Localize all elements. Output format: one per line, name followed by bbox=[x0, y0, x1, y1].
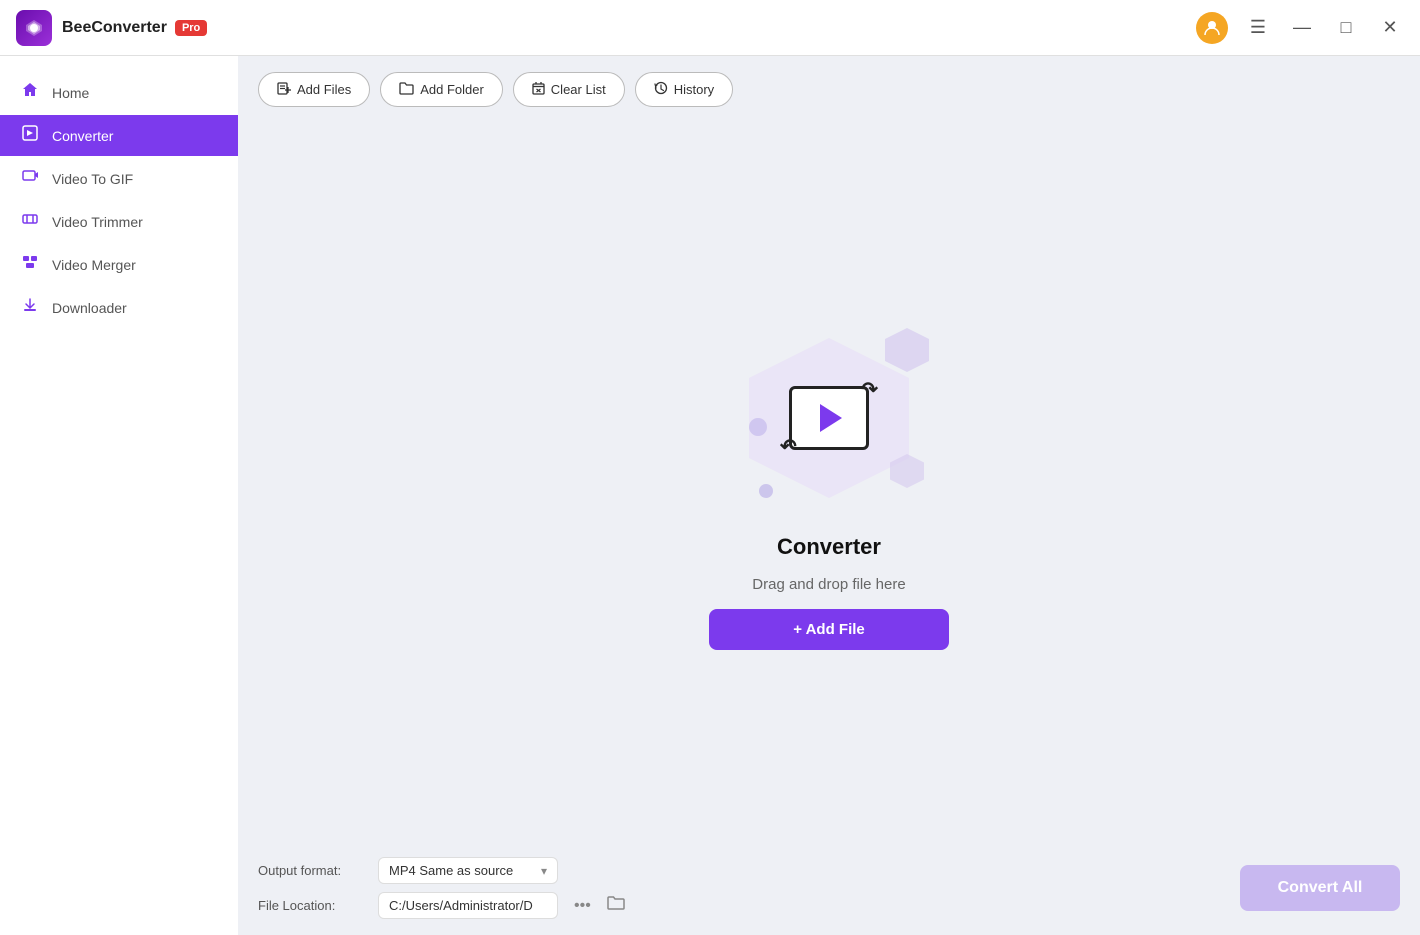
add-files-button[interactable]: Add Files bbox=[258, 72, 370, 107]
video-box: ↷ ↶ bbox=[789, 386, 869, 450]
hamburger-icon: ☰ bbox=[1250, 17, 1266, 38]
converter-visual-icon: ↷ ↶ bbox=[789, 386, 869, 450]
history-label: History bbox=[674, 82, 714, 97]
drop-zone-title: Converter bbox=[777, 534, 881, 560]
add-files-label: Add Files bbox=[297, 82, 351, 97]
chevron-down-icon: ▾ bbox=[541, 864, 547, 878]
toolbar: Add Files Add Folder bbox=[238, 56, 1420, 123]
drop-zone-subtitle: Drag and drop file here bbox=[752, 576, 905, 593]
bottom-fields: Output format: MP4 Same as source ▾ File… bbox=[258, 857, 625, 919]
arrow-left-icon: ↶ bbox=[780, 434, 797, 459]
convert-all-button[interactable]: Convert All bbox=[1240, 865, 1400, 911]
pro-badge: Pro bbox=[175, 20, 207, 36]
circle-decoration-1 bbox=[749, 418, 767, 436]
video-trimmer-icon bbox=[20, 211, 40, 232]
output-format-value: MP4 Same as source bbox=[389, 863, 513, 878]
window-controls: ☰ — □ ✕ bbox=[1196, 12, 1404, 44]
clear-list-icon bbox=[532, 81, 545, 98]
sidebar-downloader-label: Downloader bbox=[52, 300, 127, 316]
sidebar-item-video-to-gif[interactable]: Video To GIF bbox=[0, 158, 238, 199]
sidebar-item-converter[interactable]: Converter bbox=[0, 115, 238, 156]
sidebar-converter-label: Converter bbox=[52, 128, 113, 144]
drop-zone-visual: ↷ ↶ bbox=[729, 318, 929, 518]
browse-folder-button[interactable] bbox=[607, 895, 625, 916]
video-merger-icon bbox=[20, 254, 40, 275]
hex-decoration-1 bbox=[885, 328, 929, 372]
output-format-label: Output format: bbox=[258, 863, 368, 878]
sidebar-video-trimmer-label: Video Trimmer bbox=[52, 214, 143, 230]
output-format-select[interactable]: MP4 Same as source ▾ bbox=[378, 857, 558, 884]
user-avatar[interactable] bbox=[1196, 12, 1228, 44]
titlebar: BeeConverter Pro ☰ — □ ✕ bbox=[0, 0, 1420, 56]
menu-button[interactable]: ☰ bbox=[1244, 14, 1272, 42]
maximize-icon: □ bbox=[1341, 17, 1352, 38]
minimize-icon: — bbox=[1293, 17, 1311, 38]
add-folder-icon bbox=[399, 82, 414, 98]
history-button[interactable]: History bbox=[635, 72, 733, 107]
downloader-icon bbox=[20, 297, 40, 318]
sidebar-item-video-merger[interactable]: Video Merger bbox=[0, 244, 238, 285]
circle-decoration-2 bbox=[759, 484, 773, 498]
clear-list-label: Clear List bbox=[551, 82, 606, 97]
add-folder-button[interactable]: Add Folder bbox=[380, 72, 503, 107]
output-format-row: Output format: MP4 Same as source ▾ bbox=[258, 857, 625, 884]
sidebar-home-label: Home bbox=[52, 85, 89, 101]
play-icon bbox=[820, 404, 842, 432]
add-folder-label: Add Folder bbox=[420, 82, 484, 97]
close-icon: ✕ bbox=[1382, 17, 1397, 38]
sidebar-video-to-gif-label: Video To GIF bbox=[52, 171, 133, 187]
more-options-button[interactable]: ••• bbox=[568, 895, 597, 917]
file-location-input: C:/Users/Administrator/D bbox=[378, 892, 558, 919]
sidebar-item-downloader[interactable]: Downloader bbox=[0, 287, 238, 328]
file-location-value: C:/Users/Administrator/D bbox=[389, 898, 533, 913]
history-icon bbox=[654, 81, 668, 98]
clear-list-button[interactable]: Clear List bbox=[513, 72, 625, 107]
close-button[interactable]: ✕ bbox=[1376, 14, 1404, 42]
sidebar-item-video-trimmer[interactable]: Video Trimmer bbox=[0, 201, 238, 242]
video-to-gif-icon bbox=[20, 168, 40, 189]
sidebar: Home Converter Video To GIF bbox=[0, 56, 238, 935]
sidebar-video-merger-label: Video Merger bbox=[52, 257, 136, 273]
home-icon bbox=[20, 82, 40, 103]
main-layout: Home Converter Video To GIF bbox=[0, 56, 1420, 935]
maximize-button[interactable]: □ bbox=[1332, 14, 1360, 42]
add-files-icon bbox=[277, 81, 291, 98]
sidebar-item-home[interactable]: Home bbox=[0, 72, 238, 113]
bottom-bar: Output format: MP4 Same as source ▾ File… bbox=[238, 845, 1420, 935]
app-name: BeeConverter bbox=[62, 19, 167, 37]
file-location-label: File Location: bbox=[258, 898, 368, 913]
converter-icon bbox=[20, 125, 40, 146]
file-location-row: File Location: C:/Users/Administrator/D … bbox=[258, 892, 625, 919]
app-logo bbox=[16, 10, 52, 46]
drop-zone[interactable]: ↷ ↶ Converter Drag and drop file here + … bbox=[238, 123, 1420, 845]
minimize-button[interactable]: — bbox=[1288, 14, 1316, 42]
arrow-right-icon: ↷ bbox=[861, 377, 878, 402]
content-area: Add Files Add Folder bbox=[238, 56, 1420, 935]
add-file-button[interactable]: + Add File bbox=[709, 609, 949, 650]
